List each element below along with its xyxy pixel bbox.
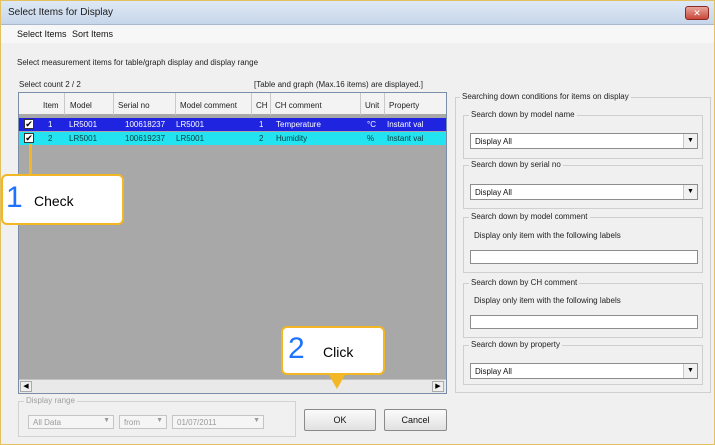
display-range-group: Display range All Data ▼ from ▼ 01/07/20…: [18, 396, 296, 437]
cell-item: 1: [48, 120, 53, 129]
cell-model-comment: LR5001: [176, 120, 205, 129]
header-property[interactable]: Property: [389, 101, 419, 110]
header-model-comment[interactable]: Model comment: [180, 101, 237, 110]
search-conditions-label: Searching down conditions for items on d…: [460, 92, 631, 101]
cell-serial: 100618237: [125, 120, 166, 129]
model-name-label: Search down by model name: [469, 110, 577, 119]
dialog-window: Select Items for Display ✕ Select Items …: [0, 0, 715, 445]
date-select: 01/07/2011 ▼: [172, 415, 264, 429]
instruction-text: Select measurement items for table/graph…: [17, 58, 259, 67]
serial-no-select[interactable]: Display All ▼: [470, 184, 698, 200]
header-unit[interactable]: Unit: [365, 101, 379, 110]
cell-model: LR5001: [69, 134, 98, 143]
chevron-down-icon[interactable]: ▼: [683, 185, 697, 199]
header-item[interactable]: Item: [43, 101, 59, 110]
model-comment-note: Display only item with the following lab…: [474, 231, 621, 240]
callout-check: 1 Check: [1, 174, 124, 225]
menu-select-items[interactable]: Select Items: [17, 29, 67, 39]
ch-comment-group: Search down by CH comment Display only i…: [463, 278, 703, 338]
cell-ch-comment: Temperature: [276, 120, 321, 129]
chevron-down-icon[interactable]: ▼: [683, 364, 697, 378]
select-count: Select count 2 / 2: [19, 80, 81, 89]
model-name-group: Search down by model name Display All ▼: [463, 110, 703, 159]
chevron-down-icon: ▼: [253, 417, 260, 424]
max-items-note: [Table and graph (Max.16 items) are disp…: [254, 80, 423, 89]
range-select: All Data ▼: [28, 415, 114, 429]
callout-check-pointer: [29, 144, 32, 175]
header-serial[interactable]: Serial no: [118, 101, 150, 110]
cell-unit: %: [367, 134, 375, 143]
property-value: Display All: [475, 367, 512, 376]
model-name-value: Display All: [475, 137, 512, 146]
serial-no-value: Display All: [475, 188, 512, 197]
callout-click-number: 2: [288, 332, 305, 365]
header-ch[interactable]: CH: [256, 101, 268, 110]
cell-model-comment: LR5001: [176, 134, 205, 143]
cell-property: Instant val: [387, 120, 424, 129]
callout-click: 2 Click: [281, 326, 385, 375]
cell-model: LR5001: [69, 120, 98, 129]
callout-check-number: 1: [6, 181, 23, 214]
table-row[interactable]: ✔ 1 LR5001 100618237 LR5001 1 Temperatur…: [19, 118, 446, 131]
display-range-label: Display range: [24, 396, 77, 405]
cell-ch-comment: Humidity: [276, 134, 308, 143]
model-comment-input[interactable]: [470, 250, 698, 264]
callout-check-label: Check: [34, 193, 74, 209]
property-select[interactable]: Display All ▼: [470, 363, 698, 379]
arrow-left-icon[interactable]: ◀: [20, 381, 32, 392]
menu-bar: Select Items Sort Items: [1, 25, 714, 43]
header-model[interactable]: Model: [70, 101, 92, 110]
model-comment-label: Search down by model comment: [469, 212, 590, 221]
cell-property: Instant val: [387, 134, 424, 143]
table-row[interactable]: ✔ 2 LR5001 100619237 LR5001 2 Humidity %…: [19, 132, 446, 145]
range-select-value: All Data: [33, 418, 62, 427]
serial-no-group: Search down by serial no Display All ▼: [463, 160, 703, 209]
row-checkbox[interactable]: ✔: [24, 119, 34, 129]
cell-ch: 2: [259, 134, 264, 143]
property-label: Search down by property: [469, 340, 562, 349]
header-ch-comment[interactable]: CH comment: [275, 101, 322, 110]
chevron-down-icon: ▼: [103, 417, 110, 424]
search-conditions-group: Searching down conditions for items on d…: [455, 92, 711, 393]
from-select-value: from: [124, 418, 140, 427]
ch-comment-label: Search down by CH comment: [469, 278, 580, 287]
date-select-value: 01/07/2011: [177, 418, 217, 427]
ch-comment-note: Display only item with the following lab…: [474, 296, 621, 305]
cell-ch: 1: [259, 120, 264, 129]
chevron-down-icon: ▼: [156, 417, 163, 424]
close-button[interactable]: ✕: [685, 6, 709, 20]
from-select: from ▼: [119, 415, 167, 429]
ch-comment-input[interactable]: [470, 315, 698, 329]
serial-no-label: Search down by serial no: [469, 160, 563, 169]
model-comment-group: Search down by model comment Display onl…: [463, 212, 703, 273]
cancel-button[interactable]: Cancel: [384, 409, 447, 431]
row-checkbox[interactable]: ✔: [24, 133, 34, 143]
model-name-select[interactable]: Display All ▼: [470, 133, 698, 149]
callout-click-label: Click: [323, 344, 354, 360]
ok-button[interactable]: OK: [304, 409, 376, 431]
cell-serial: 100619237: [125, 134, 166, 143]
cell-item: 2: [48, 134, 53, 143]
horizontal-scrollbar[interactable]: ◀ ▶: [19, 379, 446, 393]
grid-header: Item Model Serial no Model comment CH CH…: [19, 93, 446, 115]
property-group: Search down by property Display All ▼: [463, 340, 703, 385]
menu-sort-items[interactable]: Sort Items: [72, 29, 113, 39]
title-bar: Select Items for Display ✕: [1, 1, 714, 25]
arrow-right-icon[interactable]: ▶: [432, 381, 444, 392]
chevron-down-icon[interactable]: ▼: [683, 134, 697, 148]
window-title: Select Items for Display: [8, 7, 114, 18]
cell-unit: °C: [367, 120, 376, 129]
